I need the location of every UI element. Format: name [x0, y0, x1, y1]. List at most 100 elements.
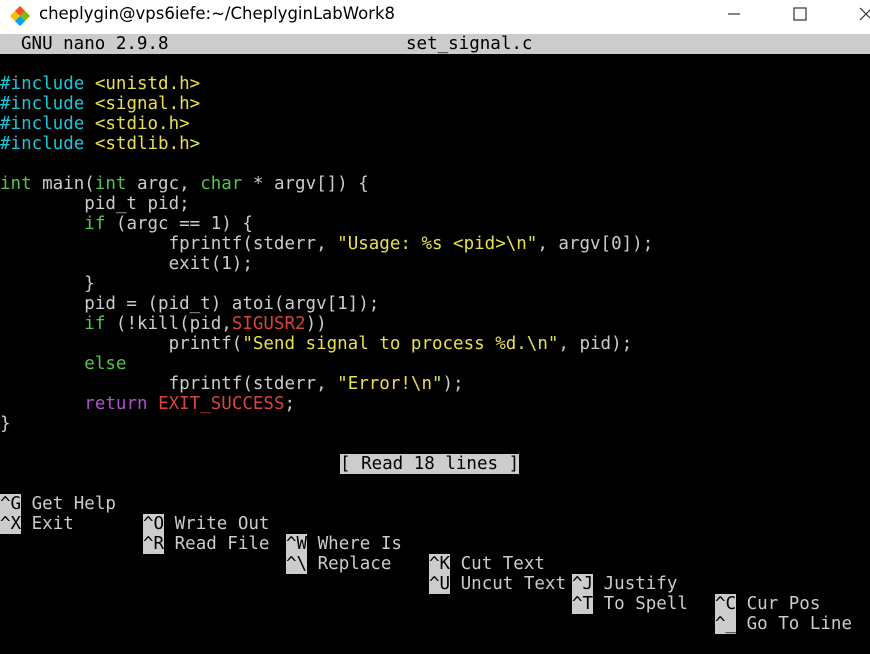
shortcut-uncut-text[interactable]: ^U Uncut Text — [429, 574, 566, 594]
code-text: } — [0, 274, 95, 294]
shortcut-cur-pos[interactable]: ^C Cur Pos — [715, 594, 820, 614]
code-text: main( — [31, 174, 95, 194]
shortcut-row-1: ^G Get Help ^O Write Out ^W Where Is ^K … — [0, 474, 870, 614]
nano-header-bar: GNU nano 2.9.8 set_signal.c — [0, 34, 870, 54]
shortcut-label: Read File — [174, 534, 270, 554]
shortcut-key: ^U — [429, 574, 451, 594]
code-text: fprintf(stderr, — [0, 374, 338, 394]
code-line-8[interactable]: if (argc == 1) { — [0, 214, 253, 234]
shortcut-cut-text[interactable]: ^K Cut Text — [429, 554, 545, 574]
code-text: argc, — [126, 174, 201, 194]
close-button[interactable] — [852, 2, 870, 26]
status-message: [ Read 18 lines ] — [340, 454, 520, 474]
shortcut-justify[interactable]: ^J Justify — [572, 574, 677, 594]
shortcut-key: ^\ — [286, 554, 308, 574]
shortcut-replace[interactable]: ^\ Replace — [286, 554, 391, 574]
shortcut-label: Where Is — [317, 534, 402, 554]
macro-constant: EXIT_SUCCESS — [158, 394, 285, 414]
include-directive: #include — [0, 114, 85, 134]
code-text: } — [0, 414, 11, 434]
code-line-10[interactable]: exit(1); — [0, 254, 253, 274]
code-text: pid_t pid; — [0, 194, 190, 214]
shortcut-label: To Spell — [603, 594, 688, 614]
code-line-4[interactable]: #include <stdlib.h> — [0, 134, 200, 154]
shortcut-label: Write Out — [174, 514, 270, 534]
type-keyword: int — [0, 174, 32, 194]
code-text: (!kill(pid, — [105, 314, 232, 334]
code-text: printf( — [0, 334, 243, 354]
control-keyword: if — [84, 314, 106, 334]
shortcut-go-to-line[interactable]: ^_ Go To Line — [715, 614, 852, 634]
code-line-1[interactable]: #include <unistd.h> — [0, 74, 200, 94]
shortcut-read-file[interactable]: ^R Read File — [143, 534, 269, 554]
shortcut-label: Cut Text — [460, 554, 545, 574]
include-file: <signal.h> — [94, 94, 201, 114]
maximize-icon — [793, 7, 807, 21]
window-title: cheplygin@vps6iefe:~/CheplyginLabWork8 — [39, 4, 396, 23]
string-literal: "Usage: %s <pid>\n" — [337, 234, 538, 254]
code-text: )) — [305, 314, 327, 334]
window-titlebar: cheplygin@vps6iefe:~/CheplyginLabWork8 — [0, 0, 870, 35]
control-keyword: if — [84, 214, 106, 234]
code-line-3[interactable]: #include <stdio.h> — [0, 114, 190, 134]
shortcut-key: ^C — [715, 594, 737, 614]
status-text: [ Read 18 lines ] — [340, 454, 520, 474]
code-line-6[interactable]: int main(int argc, char * argv[]) { — [0, 174, 369, 194]
code-line-13[interactable]: if (!kill(pid,SIGUSR2)) — [0, 314, 327, 334]
code-line-2[interactable]: #include <signal.h> — [0, 94, 200, 114]
file-name: set_signal.c — [406, 34, 533, 54]
code-text: , argv[0]); — [537, 234, 654, 254]
code-text: * argv[]) { — [242, 174, 369, 194]
shortcut-label: Go To Line — [746, 614, 852, 634]
shortcut-key: ^X — [0, 514, 22, 534]
shortcut-label: Cur Pos — [746, 594, 821, 614]
shortcut-key: ^R — [143, 534, 165, 554]
shortcut-key: ^_ — [715, 614, 737, 634]
shortcut-label: Replace — [317, 554, 392, 574]
code-text: exit(1); — [0, 254, 253, 274]
string-literal: "Error!\n" — [337, 374, 443, 394]
code-text: ; — [284, 394, 296, 414]
code-line-14[interactable]: printf("Send signal to process %d.\n", p… — [0, 334, 633, 354]
code-line-16[interactable]: fprintf(stderr, "Error!\n"); — [0, 374, 464, 394]
code-text: ); — [442, 374, 464, 394]
include-directive: #include — [0, 94, 85, 114]
code-text: (argc == 1) { — [105, 214, 253, 234]
include-file: <unistd.h> — [94, 74, 201, 94]
include-directive: #include — [0, 134, 85, 154]
code-line-12[interactable]: pid = (pid_t) atoi(argv[1]); — [0, 294, 379, 314]
code-line-7[interactable]: pid_t pid; — [0, 194, 190, 214]
shortcut-key: ^T — [572, 594, 594, 614]
code-line-15[interactable]: else — [0, 354, 126, 374]
code-line-11[interactable]: } — [0, 274, 95, 294]
shortcut-key: ^J — [572, 574, 594, 594]
shortcut-label: Uncut Text — [460, 574, 566, 594]
shortcut-write-out[interactable]: ^O Write Out — [143, 514, 269, 534]
code-line-18[interactable]: } — [0, 414, 11, 434]
code-text: pid = (pid_t) atoi(argv[1]); — [0, 294, 380, 314]
shortcut-key: ^K — [429, 554, 451, 574]
return-keyword: return — [84, 394, 148, 414]
code-line-17[interactable]: return EXIT_SUCCESS; — [0, 394, 295, 414]
close-icon — [859, 7, 870, 21]
shortcut-exit[interactable]: ^X Exit — [0, 514, 74, 534]
nano-version: GNU nano 2.9.8 — [21, 34, 169, 54]
shortcut-label: Justify — [603, 574, 678, 594]
terminal-area[interactable]: GNU nano 2.9.8 set_signal.c #include <uni… — [0, 34, 870, 634]
type-keyword: char — [200, 174, 243, 194]
code-text: fprintf(stderr, — [0, 234, 338, 254]
code-line-9[interactable]: fprintf(stderr, "Usage: %s <pid>\n", arg… — [0, 234, 654, 254]
shortcut-to-spell[interactable]: ^T To Spell — [572, 594, 688, 614]
maximize-button[interactable] — [786, 2, 814, 26]
code-text: , pid); — [558, 334, 633, 354]
include-file: <stdio.h> — [94, 114, 190, 134]
shortcut-where-is[interactable]: ^W Where Is — [286, 534, 402, 554]
minimize-button[interactable] — [720, 2, 748, 26]
macro-constant: SIGUSR2 — [231, 314, 306, 334]
